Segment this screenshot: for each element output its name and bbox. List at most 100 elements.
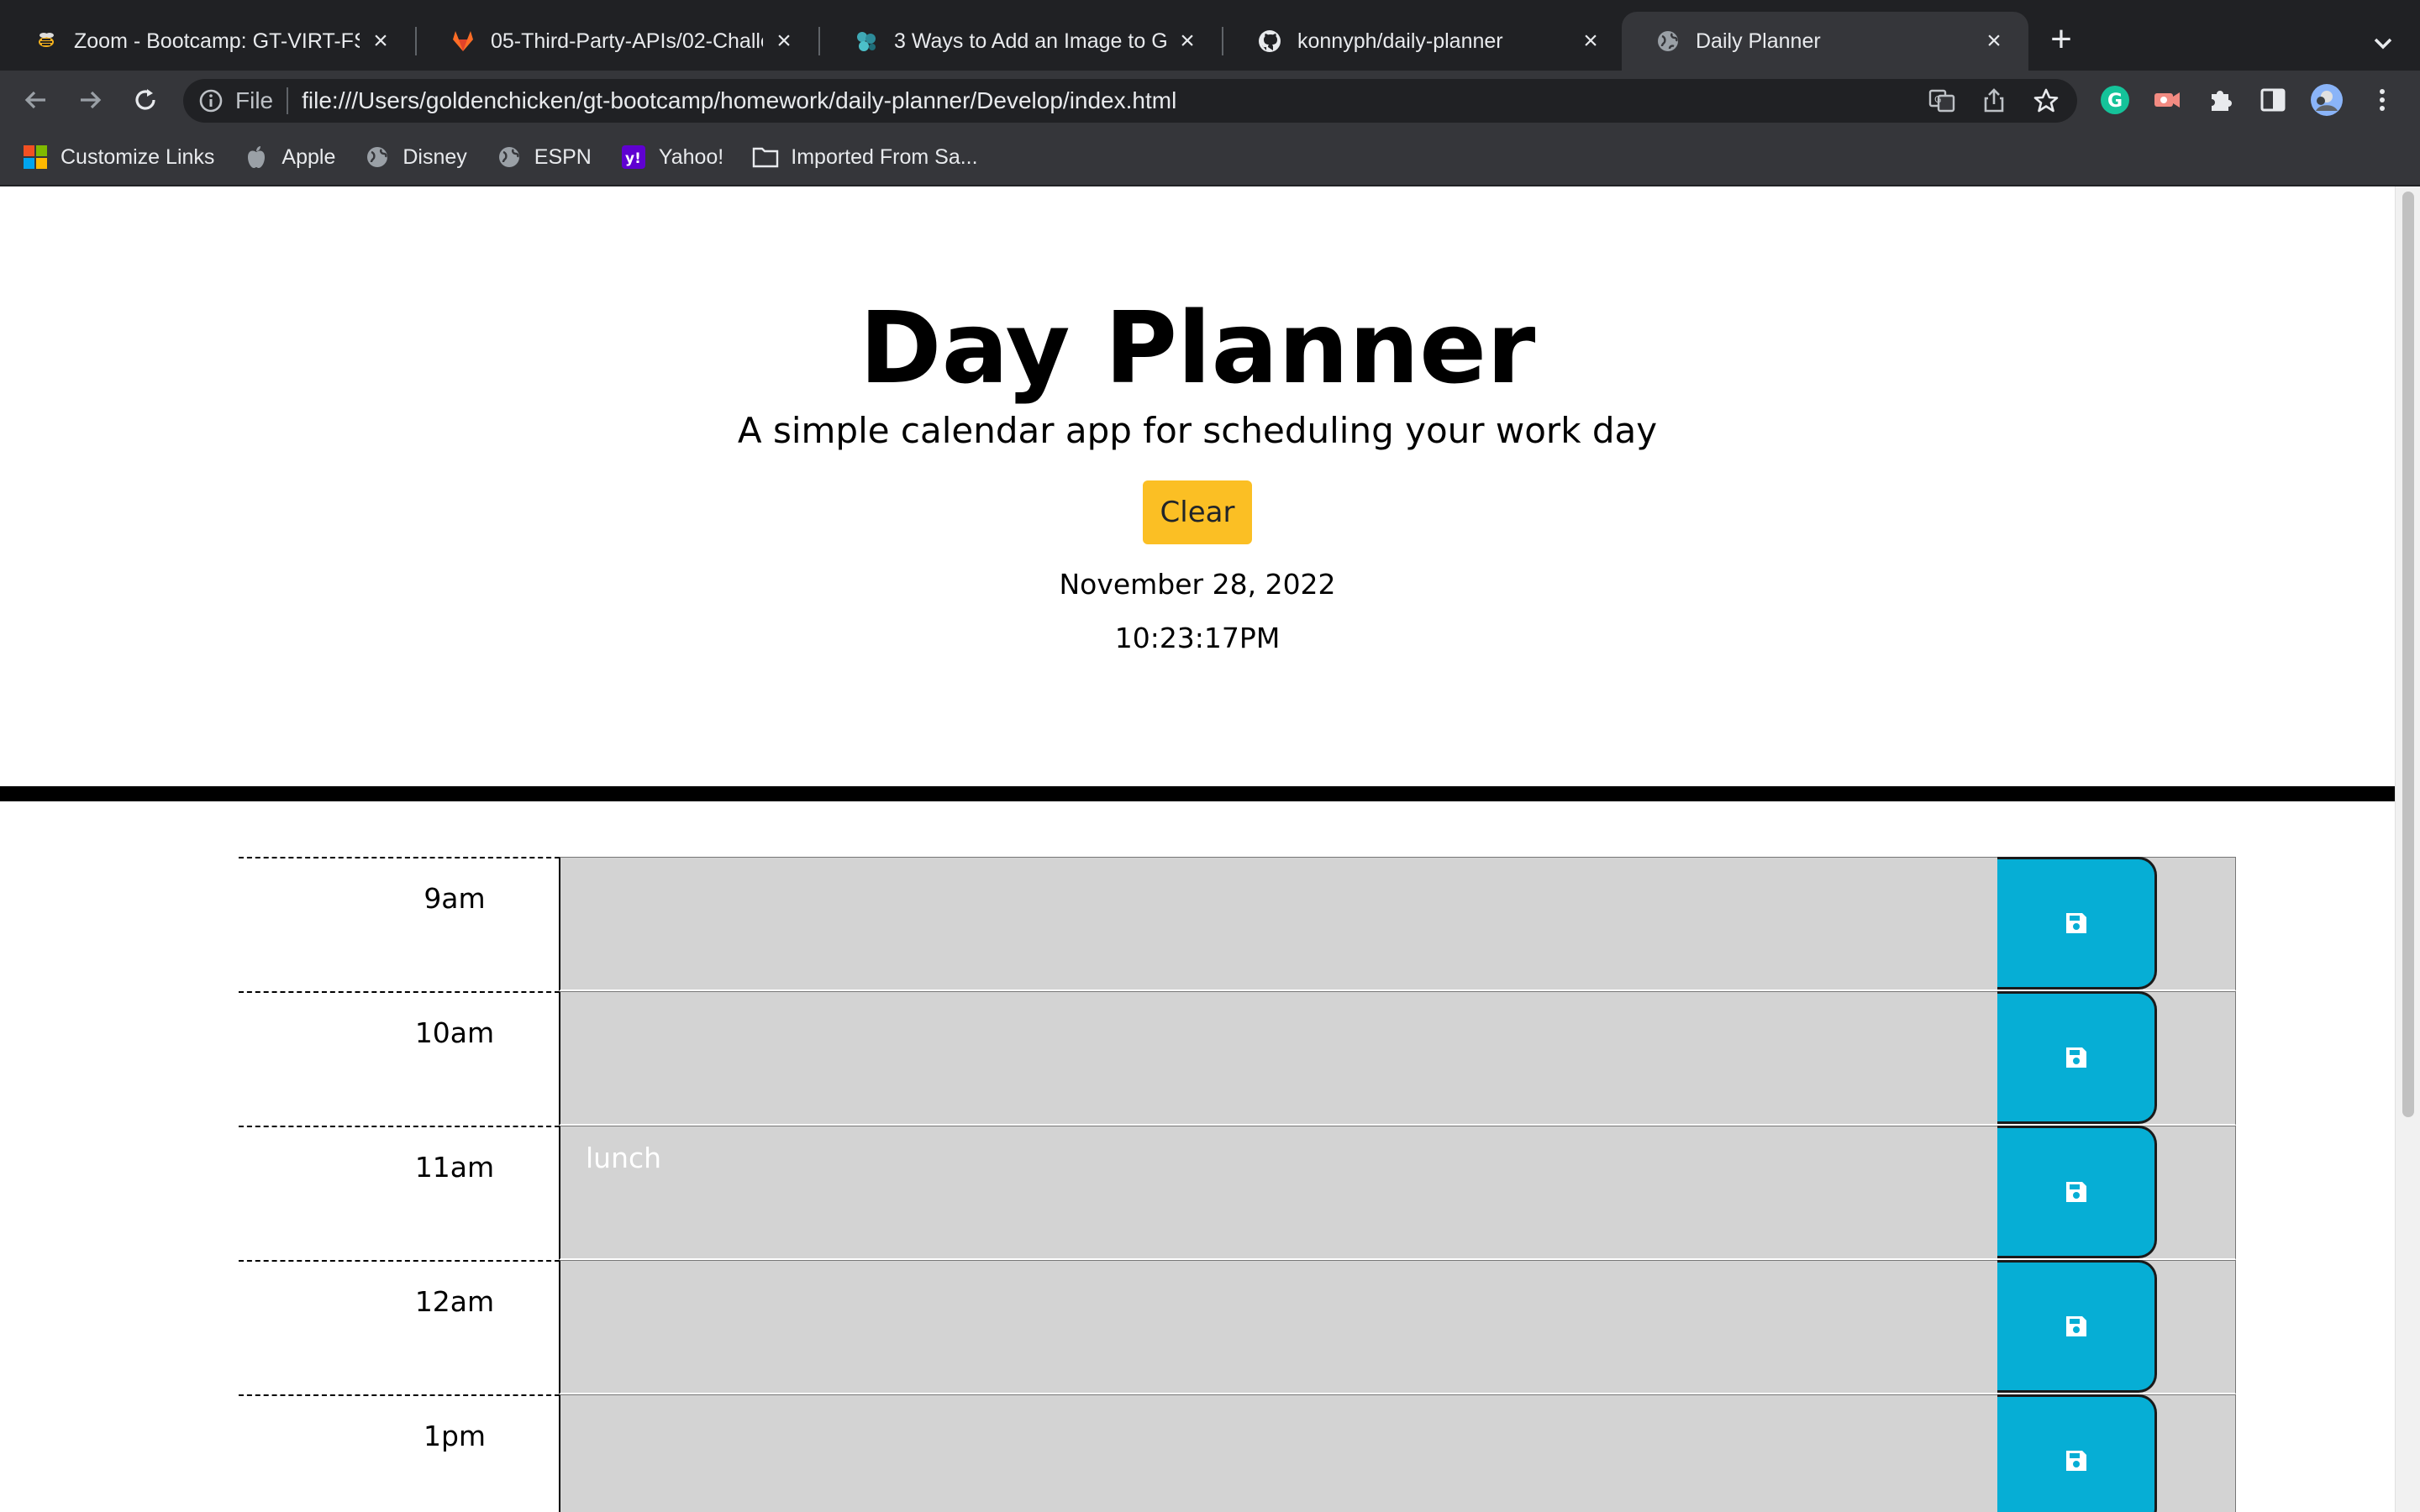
github-icon [1257, 29, 1282, 54]
tab-title: 05-Third-Party-APIs/02-Challe [491, 29, 763, 53]
svg-text:y!: y! [625, 150, 641, 167]
event-description-input[interactable] [559, 857, 2236, 991]
page-subtitle: A simple calendar app for scheduling you… [737, 410, 1658, 451]
omnibox-actions: G [1928, 79, 2060, 123]
event-description-input[interactable]: lunch [559, 1126, 2236, 1260]
share-icon[interactable] [1980, 87, 2008, 115]
globe-icon [364, 144, 391, 171]
tab-title: Daily Planner [1696, 29, 1821, 53]
svg-text:G: G [1934, 94, 1942, 105]
tab-title: konnyph/daily-planner [1297, 29, 1503, 53]
event-description-input[interactable] [559, 1394, 2236, 1512]
tab-zoom[interactable]: Zoom - Bootcamp: GT-VIRT-FS × [0, 12, 415, 71]
close-tab-icon[interactable]: × [368, 27, 393, 55]
folder-icon [752, 144, 779, 171]
bookmark-customize-links[interactable]: Customize Links [22, 144, 214, 171]
svg-text:G: G [2107, 91, 2123, 112]
save-button[interactable] [1997, 1126, 2157, 1258]
scrollbar-thumb[interactable] [2402, 192, 2414, 1117]
clear-button[interactable]: Clear [1143, 480, 1252, 544]
bookmark-label: Apple [281, 144, 336, 169]
close-tab-icon[interactable]: × [1175, 27, 1200, 55]
bookmark-label: Customize Links [60, 144, 215, 169]
reload-icon [135, 89, 155, 110]
time-block-row: 12am [239, 1260, 2236, 1394]
current-date: November 28, 2022 [1059, 568, 1336, 601]
bookmark-label: Disney [402, 144, 467, 169]
time-block-row: 9am [239, 857, 2236, 991]
page-title: Day Planner [859, 290, 1536, 406]
back-button[interactable] [15, 79, 57, 121]
bookmark-disney[interactable]: Disney [364, 144, 467, 171]
bookmark-espn[interactable]: ESPN [496, 144, 592, 171]
new-tab-button[interactable]: + [2044, 21, 2079, 59]
reload-button[interactable] [124, 79, 166, 121]
event-description-input[interactable] [559, 1260, 2236, 1394]
forward-button[interactable] [69, 79, 111, 121]
url-text[interactable]: file:///Users/goldenchicken/gt-bootcamp/… [302, 87, 1176, 114]
url-scheme-label: File [235, 87, 274, 113]
hour-cell [239, 1394, 560, 1512]
hour-cell [239, 1260, 560, 1394]
save-button[interactable] [1997, 857, 2157, 990]
yahoo-icon: y! [620, 144, 647, 171]
hour-cell [239, 857, 560, 991]
time-block-list: 9am 10am 11am lunch 12am 1pm [239, 857, 2236, 1512]
time-block-row: 10am [239, 991, 2236, 1126]
bookmark-folder-imported[interactable]: Imported From Sa... [752, 144, 978, 171]
bookmark-label: ESPN [534, 144, 592, 169]
tab-title: Zoom - Bootcamp: GT-VIRT-FS [74, 29, 360, 53]
back-arrow-icon [24, 91, 45, 109]
save-button[interactable] [1997, 1394, 2157, 1512]
save-button[interactable] [1997, 1260, 2157, 1393]
time-block-row: 11am lunch [239, 1126, 2236, 1260]
floppy-disk-icon [2065, 913, 2086, 933]
tab-daily-planner[interactable]: Daily Planner × [1622, 12, 2028, 71]
tab-title: 3 Ways to Add an Image to Git [894, 29, 1166, 53]
close-tab-icon[interactable]: × [1981, 27, 2007, 55]
tab-github-repo[interactable]: konnyph/daily-planner × [1223, 12, 1625, 71]
bookmark-label: Imported From Sa... [791, 144, 978, 169]
info-icon[interactable] [198, 88, 224, 113]
tab-strip: Zoom - Bootcamp: GT-VIRT-FS × 05-Third-P… [0, 0, 2420, 71]
forward-arrow-icon [81, 91, 102, 109]
gitlab-icon [450, 29, 476, 54]
kebab-menu-icon[interactable] [2365, 82, 2400, 118]
bookmark-yahoo[interactable]: y! Yahoo! [620, 144, 723, 171]
microsoft-icon [22, 144, 49, 171]
tab-image-github[interactable]: 3 Ways to Add an Image to Git × [820, 12, 1222, 71]
bookmark-label: Yahoo! [658, 144, 724, 169]
flower-icon [854, 29, 879, 54]
page-scrollbar[interactable] [2395, 186, 2420, 1512]
translate-icon[interactable]: G [1928, 87, 1956, 115]
bookmark-apple[interactable]: Apple [243, 144, 335, 171]
current-time: 10:23:17PM [1114, 622, 1281, 654]
hour-cell [239, 991, 560, 1126]
profile-avatar-icon[interactable] [2309, 82, 2344, 118]
apple-icon [243, 144, 270, 171]
page-viewport: Day Planner A simple calendar app for sc… [0, 186, 2420, 1512]
save-button[interactable] [1997, 991, 2157, 1124]
grammarly-icon[interactable]: G [2097, 82, 2133, 118]
floppy-disk-icon [2065, 1182, 2086, 1202]
header-divider [0, 786, 2395, 801]
planner-header: Day Planner A simple calendar app for sc… [0, 186, 2395, 786]
url-divider [287, 87, 289, 114]
floppy-disk-icon [2065, 1047, 2086, 1068]
address-bar[interactable]: File file:///Users/goldenchicken/gt-boot… [183, 79, 2077, 123]
browser-toolbar: File file:///Users/goldenchicken/gt-boot… [0, 71, 2420, 129]
extensions-puzzle-icon[interactable] [2203, 82, 2238, 118]
tab-search-chevron-icon[interactable] [2366, 27, 2400, 60]
close-tab-icon[interactable]: × [1578, 27, 1603, 55]
tab-gitlab[interactable]: 05-Third-Party-APIs/02-Challe × [417, 12, 818, 71]
screen-recorder-icon[interactable] [2149, 82, 2185, 118]
globe-icon [1655, 29, 1681, 54]
close-tab-icon[interactable]: × [771, 27, 797, 55]
floppy-disk-icon [2065, 1451, 2086, 1471]
side-panel-icon[interactable] [2255, 82, 2291, 118]
time-block-row: 1pm [239, 1394, 2236, 1512]
floppy-disk-icon [2065, 1316, 2086, 1336]
bookmark-star-icon[interactable] [2032, 87, 2060, 115]
event-description-input[interactable] [559, 991, 2236, 1126]
hour-cell [239, 1126, 560, 1260]
